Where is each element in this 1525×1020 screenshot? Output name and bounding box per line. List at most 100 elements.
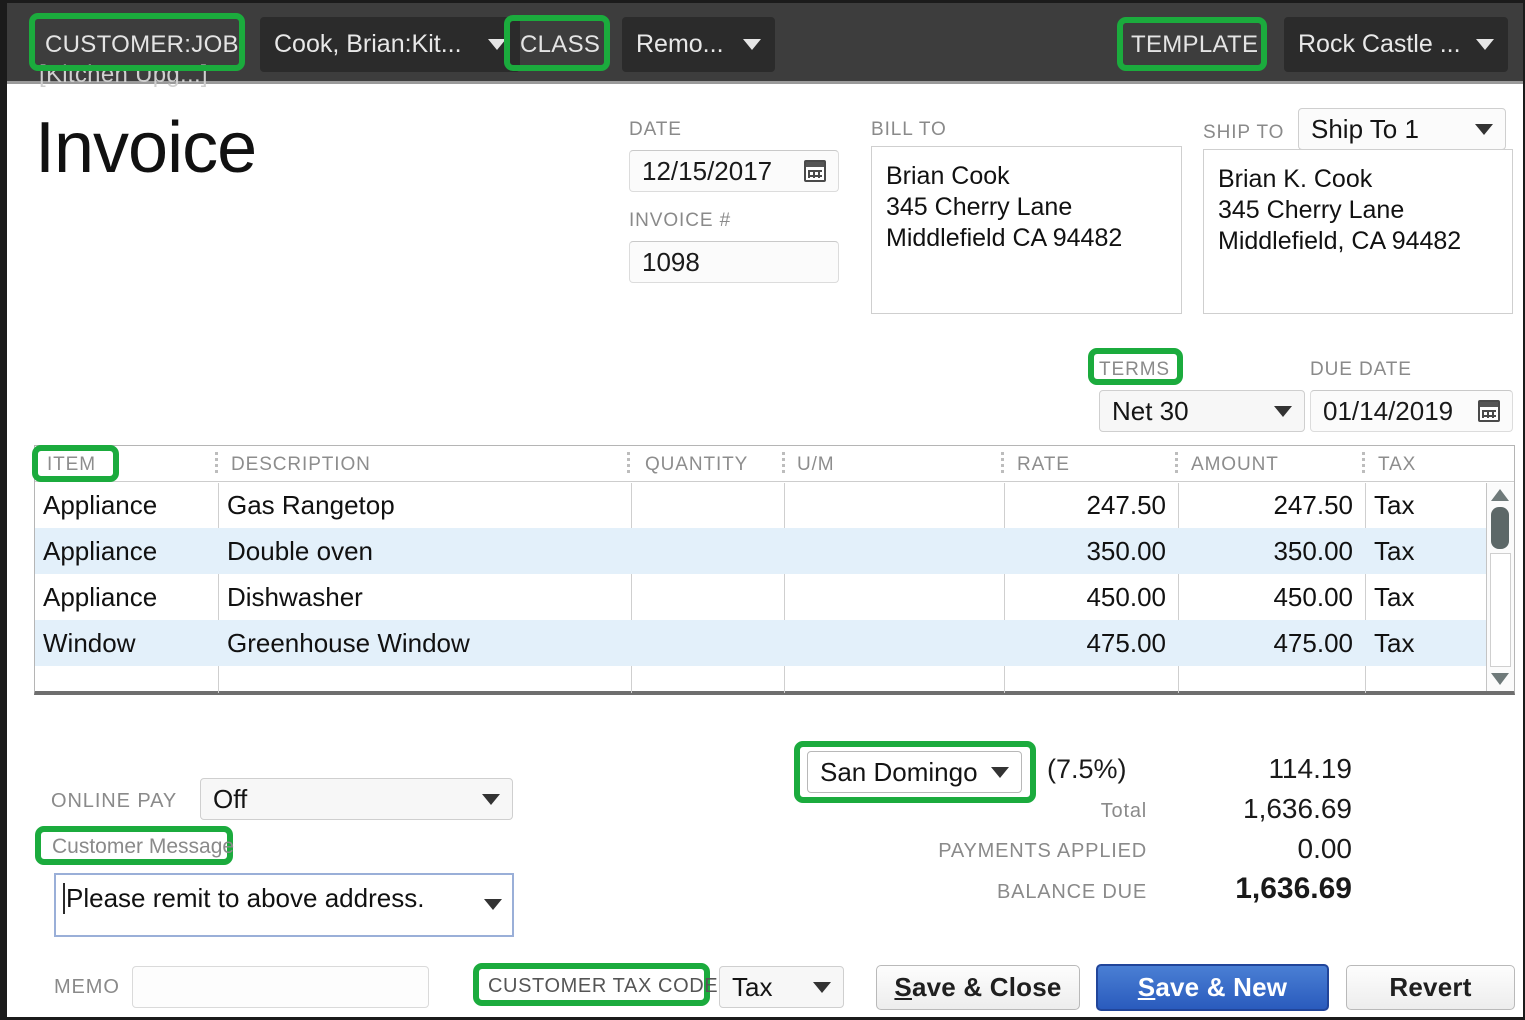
cell-um[interactable] xyxy=(785,482,1004,528)
invoice-number-value: 1098 xyxy=(642,247,700,278)
cell-tax[interactable]: Tax xyxy=(1366,574,1486,620)
column-resize-handle[interactable] xyxy=(782,452,785,474)
cell-tax[interactable]: Tax xyxy=(1366,482,1486,528)
terms-label-overlay: TERMS xyxy=(1099,359,1170,381)
save-and-new-button[interactable]: Save & New xyxy=(1096,964,1329,1011)
bill-to-address[interactable]: Brian Cook 345 Cherry Lane Middlefield C… xyxy=(871,146,1182,314)
calendar-icon[interactable] xyxy=(1478,400,1500,422)
customer-message-input[interactable]: Please remit to above address. xyxy=(54,873,514,937)
template-label: TEMPLATE xyxy=(1131,31,1258,59)
column-resize-handle[interactable] xyxy=(1362,452,1365,474)
table-row[interactable]: Appliance Gas Rangetop 247.50 247.50 Tax xyxy=(35,482,1514,528)
tax-amount-value: 114.19 xyxy=(1087,753,1352,785)
cell-item[interactable]: Window xyxy=(35,620,218,666)
ship-to-address[interactable]: Brian K. Cook 345 Cherry Lane Middlefiel… xyxy=(1203,149,1513,314)
cell-quantity[interactable] xyxy=(632,482,784,528)
chevron-down-icon xyxy=(1475,124,1493,135)
customer-job-dropdown[interactable]: Cook, Brian:Kit... xyxy=(260,17,520,72)
class-dropdown[interactable]: Remo... xyxy=(622,17,775,72)
table-row[interactable]: Appliance Dishwasher 450.00 450.00 Tax xyxy=(35,574,1514,620)
terms-value: Net 30 xyxy=(1112,396,1189,427)
chevron-down-icon xyxy=(813,982,831,993)
online-pay-label: ONLINE PAY xyxy=(51,790,177,813)
customer-tax-code-dropdown[interactable]: Tax xyxy=(719,966,844,1008)
cell-quantity[interactable] xyxy=(632,574,784,620)
calendar-icon[interactable] xyxy=(804,160,826,182)
cell-amount[interactable]: 450.00 xyxy=(1179,574,1365,620)
cell-um[interactable] xyxy=(785,574,1004,620)
table-scrollbar[interactable] xyxy=(1486,483,1514,691)
cell-description[interactable]: Greenhouse Window xyxy=(219,620,631,666)
cell-item[interactable]: Appliance xyxy=(35,528,218,574)
column-resize-handle[interactable] xyxy=(215,452,218,474)
memo-input[interactable] xyxy=(132,966,429,1008)
chevron-down-icon xyxy=(991,767,1009,778)
total-value: 1,636.69 xyxy=(1087,793,1352,825)
customer-message-label: Customer Message xyxy=(52,835,234,859)
column-header-item-overlay: ITEM xyxy=(47,454,96,476)
chevron-down-icon xyxy=(743,39,761,50)
scroll-up-icon[interactable] xyxy=(1491,489,1509,501)
due-date-input[interactable]: 01/14/2019 xyxy=(1310,390,1513,432)
scroll-down-icon[interactable] xyxy=(1491,673,1509,685)
scrollbar-thumb[interactable] xyxy=(1491,507,1509,549)
table-row-empty[interactable] xyxy=(35,666,1514,712)
column-header-um[interactable]: U/M xyxy=(797,454,835,476)
column-header-tax[interactable]: TAX xyxy=(1378,454,1416,476)
table-row[interactable]: Window Greenhouse Window 475.00 475.00 T… xyxy=(35,620,1514,666)
column-resize-handle[interactable] xyxy=(1001,452,1004,474)
chevron-down-icon[interactable] xyxy=(484,899,502,910)
top-toolbar: CUSTOMER:JOB [Kitchen Upg...] Cook, Bria… xyxy=(7,3,1523,84)
ship-to-line-1: Brian K. Cook xyxy=(1218,164,1498,195)
customer-message-label-text: Customer Message xyxy=(52,835,234,858)
revert-button[interactable]: Revert xyxy=(1346,965,1515,1010)
bill-to-line-3: Middlefield CA 94482 xyxy=(886,223,1167,254)
cell-rate[interactable]: 247.50 xyxy=(1005,482,1178,528)
balance-due-value: 1,636.69 xyxy=(1087,872,1352,906)
cell-um[interactable] xyxy=(785,528,1004,574)
template-dropdown[interactable]: Rock Castle ... xyxy=(1284,17,1508,72)
online-pay-dropdown[interactable]: Off xyxy=(200,778,513,820)
cell-rate[interactable]: 475.00 xyxy=(1005,620,1178,666)
page-title: Invoice xyxy=(35,107,256,189)
cell-amount[interactable]: 350.00 xyxy=(1179,528,1365,574)
ship-to-selector-dropdown[interactable]: Ship To 1 xyxy=(1298,108,1506,150)
invoice-number-input[interactable]: 1098 xyxy=(629,241,839,283)
customer-job-label: CUSTOMER:JOB xyxy=(45,31,239,59)
column-resize-handle[interactable] xyxy=(627,452,630,474)
ship-to-line-2: 345 Cherry Lane xyxy=(1218,195,1498,226)
payments-applied-value: 0.00 xyxy=(1087,833,1352,865)
terms-dropdown[interactable]: Net 30 xyxy=(1099,390,1305,432)
cell-quantity[interactable] xyxy=(632,620,784,666)
cell-quantity[interactable] xyxy=(632,528,784,574)
cell-description[interactable]: Dishwasher xyxy=(219,574,631,620)
cell-tax[interactable]: Tax xyxy=(1366,620,1486,666)
bill-to-line-2: 345 Cherry Lane xyxy=(886,192,1167,223)
save-and-close-button[interactable]: SSave & Closeave & Close xyxy=(876,965,1080,1010)
column-header-amount[interactable]: AMOUNT xyxy=(1191,454,1279,476)
cell-item[interactable]: Appliance xyxy=(35,574,218,620)
customer-job-value: Cook, Brian:Kit... xyxy=(274,30,488,59)
cell-rate[interactable]: 450.00 xyxy=(1005,574,1178,620)
cell-tax[interactable]: Tax xyxy=(1366,528,1486,574)
scrollbar-track[interactable] xyxy=(1490,553,1511,667)
chevron-down-icon xyxy=(488,39,506,50)
date-input[interactable]: 12/15/2017 xyxy=(629,150,839,192)
cell-amount[interactable]: 475.00 xyxy=(1179,620,1365,666)
tax-region-dropdown[interactable]: San Domingo xyxy=(807,751,1022,793)
column-resize-handle[interactable] xyxy=(1175,452,1178,474)
date-label: DATE xyxy=(629,119,682,141)
column-header-description[interactable]: DESCRIPTION xyxy=(231,454,371,476)
table-row[interactable]: Appliance Double oven 350.00 350.00 Tax xyxy=(35,528,1514,574)
bill-to-line-1: Brian Cook xyxy=(886,161,1167,192)
column-header-rate[interactable]: RATE xyxy=(1017,454,1070,476)
cell-description[interactable]: Gas Rangetop xyxy=(219,482,631,528)
cell-amount[interactable]: 247.50 xyxy=(1179,482,1365,528)
column-header-quantity[interactable]: QUANTITY xyxy=(645,454,748,476)
chevron-down-icon xyxy=(482,794,500,805)
cell-um[interactable] xyxy=(785,620,1004,666)
cell-rate[interactable]: 350.00 xyxy=(1005,528,1178,574)
date-value: 12/15/2017 xyxy=(642,156,804,187)
cell-item[interactable]: Appliance xyxy=(35,482,218,528)
cell-description[interactable]: Double oven xyxy=(219,528,631,574)
